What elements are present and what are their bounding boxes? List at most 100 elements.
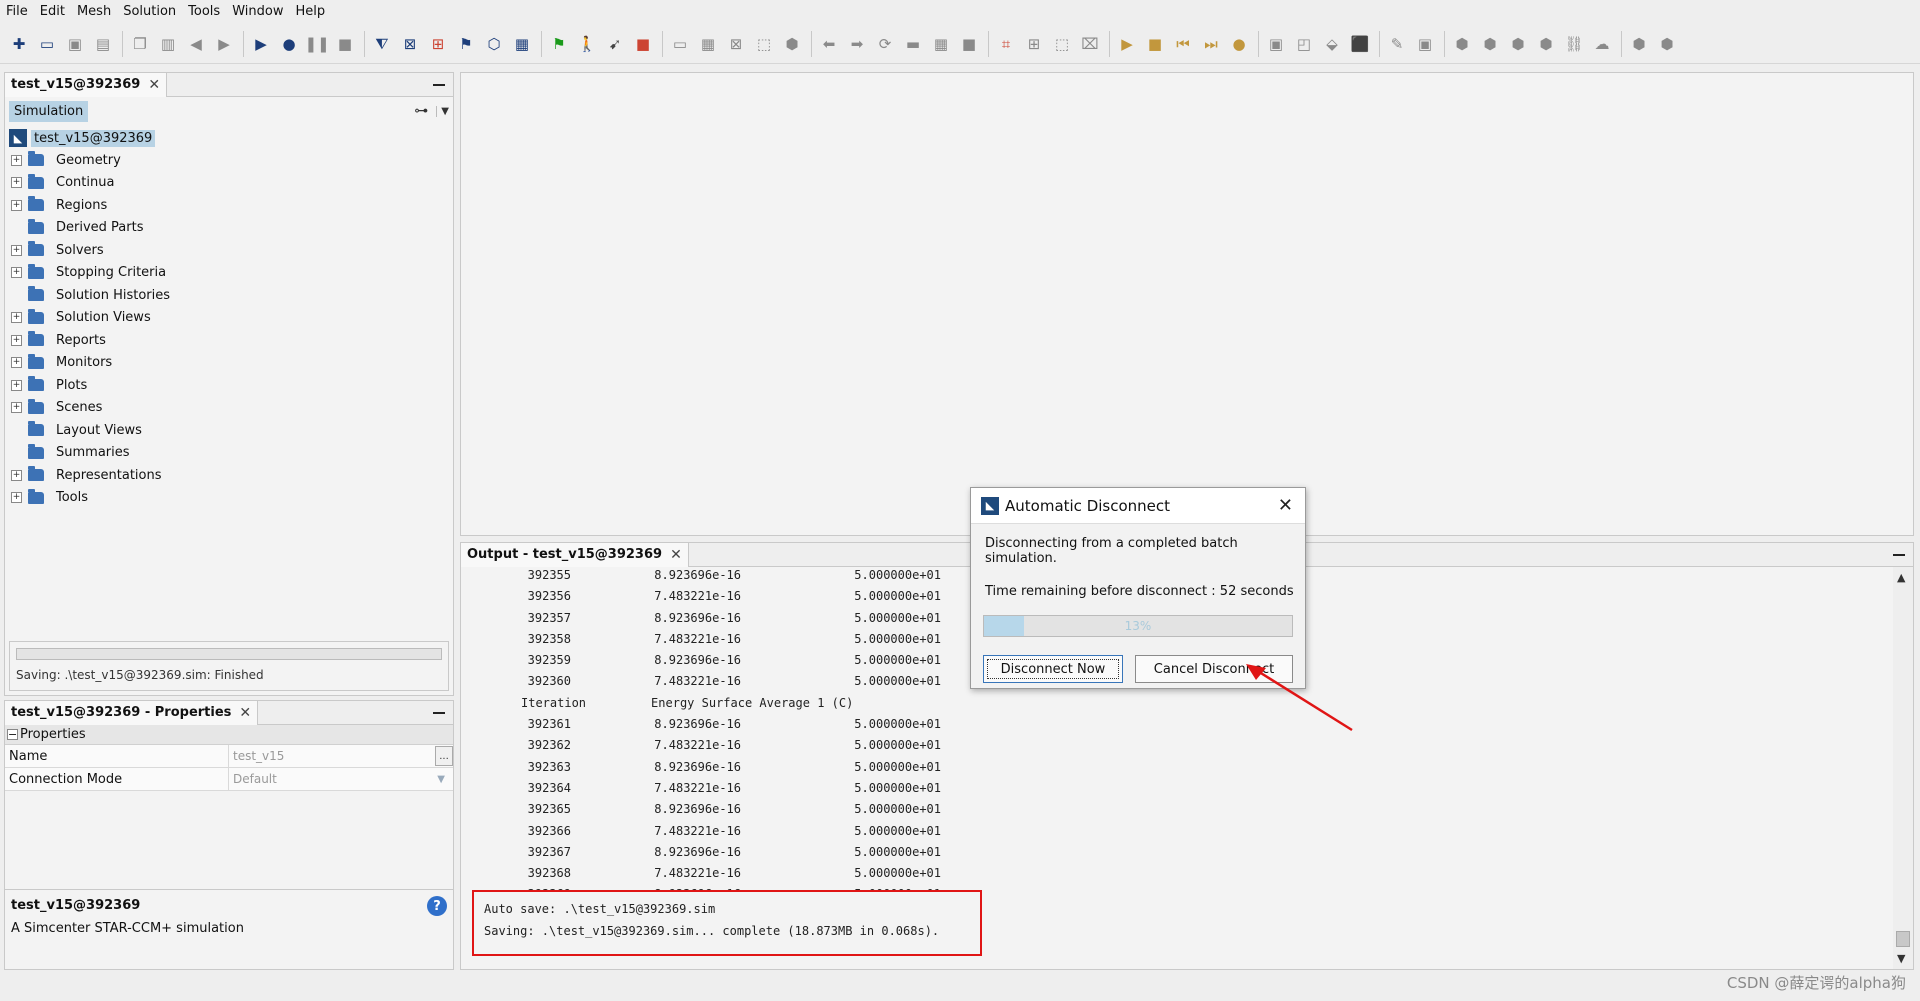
window-icon[interactable]: ▣ bbox=[1414, 33, 1436, 55]
tree-root[interactable]: ◣ test_v15@392369 bbox=[9, 127, 453, 149]
property-connection-mode-select[interactable]: Default ▼ bbox=[229, 768, 453, 790]
scene-grid-icon[interactable]: ▦ bbox=[697, 33, 719, 55]
arrow-left-icon[interactable]: ⬅ bbox=[818, 33, 840, 55]
view-cube-icon[interactable]: ⬛ bbox=[1349, 33, 1371, 55]
tree-item[interactable]: + Reports bbox=[9, 329, 453, 352]
shape-2-icon[interactable]: ⬢ bbox=[1479, 33, 1501, 55]
close-icon[interactable]: ✕ bbox=[239, 705, 251, 721]
mesh-icon[interactable]: ⧨ bbox=[371, 33, 393, 55]
run-icon[interactable]: ▶ bbox=[250, 33, 272, 55]
copy-icon[interactable]: ❐ bbox=[129, 33, 151, 55]
plot-select-icon[interactable]: ⬚ bbox=[1051, 33, 1073, 55]
tree-item[interactable]: + Tools bbox=[9, 487, 453, 510]
close-icon[interactable]: ✕ bbox=[670, 547, 682, 563]
save-icon[interactable]: ▣ bbox=[64, 33, 86, 55]
tree-item[interactable]: Summaries bbox=[9, 442, 453, 465]
new-scene-icon[interactable]: ▭ bbox=[669, 33, 691, 55]
scroll-up-icon[interactable]: ▲ bbox=[1897, 571, 1905, 584]
panel-icon[interactable]: ▬ bbox=[902, 33, 924, 55]
tree-item[interactable]: + Stopping Criteria bbox=[9, 262, 453, 285]
collapse-icon[interactable]: − bbox=[7, 729, 18, 740]
plot-fit-icon[interactable]: ⊞ bbox=[1023, 33, 1045, 55]
select-icon[interactable]: ⬚ bbox=[753, 33, 775, 55]
layout-split-icon[interactable]: ◰ bbox=[1293, 33, 1315, 55]
properties-group[interactable]: − Properties bbox=[5, 725, 453, 745]
forward-icon[interactable]: ▶ bbox=[213, 33, 235, 55]
expand-icon[interactable]: + bbox=[11, 154, 22, 166]
expand-icon[interactable]: + bbox=[11, 492, 22, 504]
tree-item[interactable]: + Solution Views bbox=[9, 307, 453, 330]
probe-icon[interactable]: ⬙ bbox=[1321, 33, 1343, 55]
shape-3-icon[interactable]: ⬢ bbox=[1507, 33, 1529, 55]
tab-output[interactable]: Output - test_v15@392369 ✕ bbox=[461, 542, 689, 567]
tree-item[interactable]: + Continua bbox=[9, 172, 453, 195]
menu-mesh[interactable]: Mesh bbox=[77, 4, 111, 19]
expand-icon[interactable]: + bbox=[11, 334, 22, 346]
generate-mesh-icon[interactable]: ⊠ bbox=[399, 33, 421, 55]
shape-5-icon[interactable]: ⬢ bbox=[1628, 33, 1650, 55]
property-name-field[interactable]: test_v15 ... bbox=[229, 745, 453, 767]
surface-repair-icon[interactable]: ⚑ bbox=[455, 33, 477, 55]
minimize-icon[interactable] bbox=[1893, 553, 1905, 556]
paste-icon[interactable]: ▥ bbox=[157, 33, 179, 55]
simulation-view-label[interactable]: Simulation bbox=[9, 100, 89, 122]
volume-mesh-icon[interactable]: ⬡ bbox=[483, 33, 505, 55]
camera-icon[interactable]: ⬢ bbox=[781, 33, 803, 55]
play-icon[interactable]: ▶ bbox=[1116, 33, 1138, 55]
tree-view-icon[interactable]: ⊶ bbox=[414, 103, 428, 119]
tree-item[interactable]: Solution Histories bbox=[9, 284, 453, 307]
step-forward-icon[interactable]: ⏭ bbox=[1200, 33, 1222, 55]
stop-icon[interactable]: ■ bbox=[334, 33, 356, 55]
back-icon[interactable]: ◀ bbox=[185, 33, 207, 55]
minimize-icon[interactable] bbox=[433, 711, 445, 714]
expand-icon[interactable]: + bbox=[11, 379, 22, 391]
block-icon[interactable]: ■ bbox=[958, 33, 980, 55]
stop-solver-icon[interactable]: ■ bbox=[632, 33, 654, 55]
save-all-icon[interactable]: ▤ bbox=[92, 33, 114, 55]
tree-item[interactable]: Layout Views bbox=[9, 419, 453, 442]
menu-window[interactable]: Window bbox=[232, 4, 283, 19]
table-icon[interactable]: ▦ bbox=[930, 33, 952, 55]
shape-1-icon[interactable]: ⬢ bbox=[1451, 33, 1473, 55]
tree-item[interactable]: + Solvers bbox=[9, 239, 453, 262]
tree-item[interactable]: + Scenes bbox=[9, 397, 453, 420]
tree-item[interactable]: + Regions bbox=[9, 194, 453, 217]
expand-icon[interactable]: + bbox=[11, 177, 22, 189]
pause-icon[interactable]: ❚❚ bbox=[304, 33, 329, 55]
tab-simulation[interactable]: test_v15@392369 ✕ bbox=[5, 72, 168, 97]
scroll-down-icon[interactable]: ▼ bbox=[1897, 952, 1905, 965]
step-walk-icon[interactable]: 🚶 bbox=[576, 33, 598, 55]
menu-help[interactable]: Help bbox=[295, 4, 325, 19]
new-simulation-icon[interactable]: ✚ bbox=[8, 33, 30, 55]
cloud-icon[interactable]: ☁ bbox=[1591, 33, 1613, 55]
scene-mesh-icon[interactable]: ⊠ bbox=[725, 33, 747, 55]
record-stop-icon[interactable]: ■ bbox=[1144, 33, 1166, 55]
chevron-down-icon[interactable]: ▼ bbox=[436, 105, 449, 117]
link-icon[interactable]: ⛓ bbox=[1563, 33, 1585, 55]
record-icon[interactable]: ● bbox=[1228, 33, 1250, 55]
chevron-down-icon[interactable]: ▼ bbox=[437, 774, 445, 785]
shape-4-icon[interactable]: ⬢ bbox=[1535, 33, 1557, 55]
grid-icon[interactable]: ▦ bbox=[511, 33, 533, 55]
expand-icon[interactable]: + bbox=[11, 402, 22, 414]
rotate-icon[interactable]: ⟳ bbox=[874, 33, 896, 55]
scroll-thumb[interactable] bbox=[1896, 931, 1910, 947]
plot-lock-icon[interactable]: ⌧ bbox=[1079, 33, 1101, 55]
help-icon[interactable]: ? bbox=[427, 896, 447, 916]
expand-icon[interactable]: + bbox=[11, 267, 22, 279]
menu-solution[interactable]: Solution bbox=[123, 4, 176, 19]
layout-icon[interactable]: ▣ bbox=[1265, 33, 1287, 55]
shape-6-icon[interactable]: ⬢ bbox=[1656, 33, 1678, 55]
open-folder-icon[interactable]: ▭ bbox=[36, 33, 58, 55]
initialize-flag-icon[interactable]: ⚑ bbox=[548, 33, 570, 55]
close-icon[interactable]: ✕ bbox=[148, 77, 160, 93]
tab-properties[interactable]: test_v15@392369 - Properties ✕ bbox=[5, 700, 259, 725]
menu-file[interactable]: File bbox=[6, 4, 28, 19]
graphics-window[interactable] bbox=[460, 72, 1914, 536]
expand-icon[interactable]: + bbox=[11, 312, 22, 324]
close-icon[interactable]: ✕ bbox=[1278, 495, 1293, 516]
expand-icon[interactable]: + bbox=[11, 357, 22, 369]
plot-icon[interactable]: ⌗ bbox=[995, 33, 1017, 55]
minimize-icon[interactable] bbox=[433, 83, 445, 86]
expand-icon[interactable]: + bbox=[11, 469, 22, 481]
